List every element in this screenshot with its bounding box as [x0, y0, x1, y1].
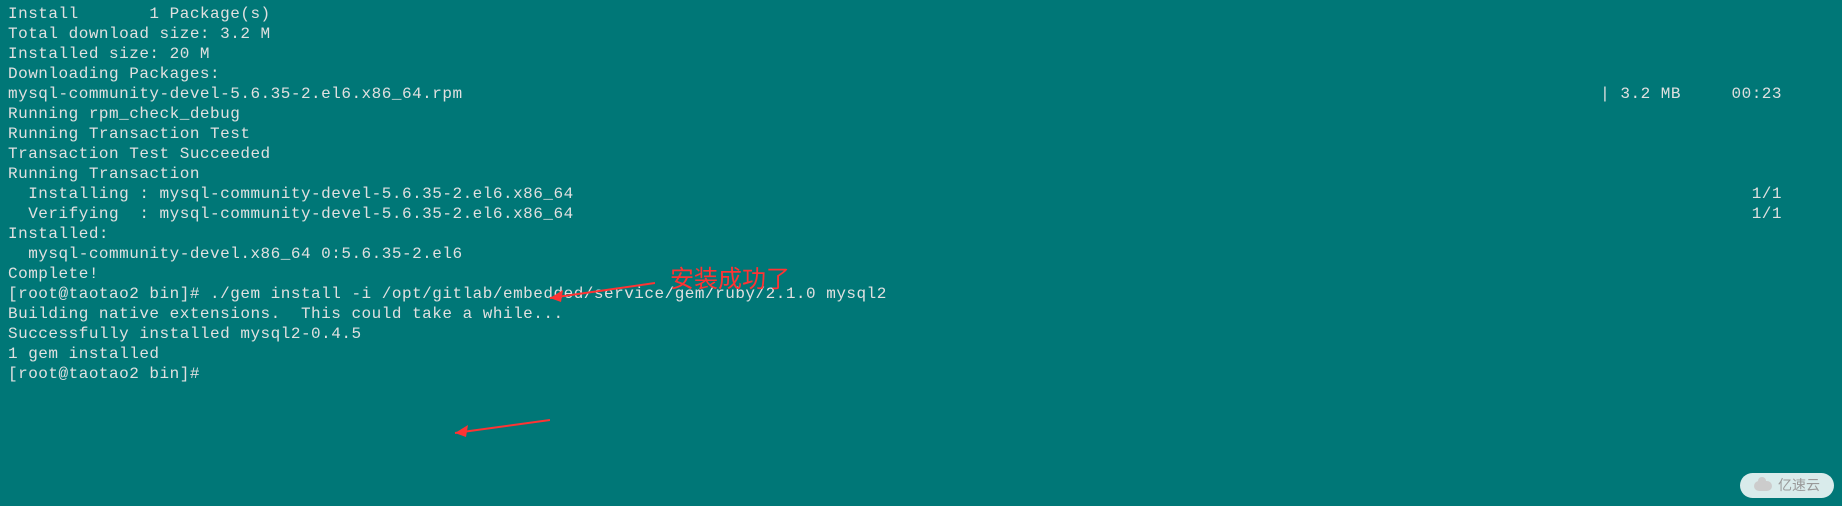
watermark: 亿速云: [1740, 473, 1834, 499]
output-line: 1 gem installed: [8, 344, 1842, 364]
cloud-icon: [1754, 479, 1772, 491]
output-line: Installed:: [8, 224, 1842, 244]
output-line: mysql-community-devel.x86_64 0:5.6.35-2.…: [8, 244, 1842, 264]
output-line: Successfully installed mysql2-0.4.5: [8, 324, 1842, 344]
prompt-line[interactable]: [root@taotao2 bin]#: [8, 364, 1842, 384]
verify-step: Verifying : mysql-community-devel-5.6.35…: [8, 204, 574, 224]
install-step: Installing : mysql-community-devel-5.6.3…: [8, 184, 574, 204]
output-line: Building native extensions. This could t…: [8, 304, 1842, 324]
progress-count: 1/1: [1752, 204, 1782, 224]
package-name: mysql-community-devel-5.6.35-2.el6.x86_6…: [8, 84, 463, 104]
progress-count: 1/1: [1752, 184, 1782, 204]
output-line: Running Transaction Test: [8, 124, 1842, 144]
arrow-annotation-2: [440, 415, 550, 440]
output-line: Install 1 Package(s): [8, 4, 1842, 24]
command-line: [root@taotao2 bin]# ./gem install -i /op…: [8, 284, 1842, 304]
output-line: Complete!: [8, 264, 1842, 284]
watermark-text: 亿速云: [1778, 477, 1820, 495]
download-status: | 3.2 MB 00:23: [1600, 84, 1782, 104]
output-line: Running Transaction: [8, 164, 1842, 184]
output-line: Total download size: 3.2 M: [8, 24, 1842, 44]
terminal-output: Install 1 Package(s) Total download size…: [8, 4, 1842, 384]
output-line: Transaction Test Succeeded: [8, 144, 1842, 164]
output-line: Installed size: 20 M: [8, 44, 1842, 64]
download-progress-line: mysql-community-devel-5.6.35-2.el6.x86_6…: [8, 84, 1842, 104]
output-line: Running rpm_check_debug: [8, 104, 1842, 124]
install-progress-line: Installing : mysql-community-devel-5.6.3…: [8, 184, 1842, 204]
output-line: Downloading Packages:: [8, 64, 1842, 84]
verify-progress-line: Verifying : mysql-community-devel-5.6.35…: [8, 204, 1842, 224]
